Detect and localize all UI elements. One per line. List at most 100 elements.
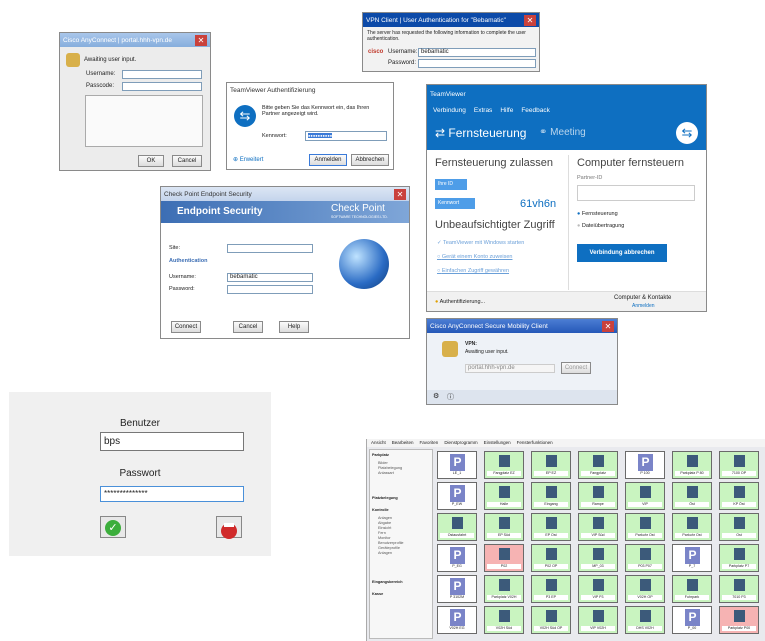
- parking-space-cell[interactable]: EP EZ: [531, 451, 571, 479]
- partner-id-input[interactable]: [577, 185, 695, 201]
- parking-space-cell[interactable]: P V02H EG: [437, 606, 477, 634]
- cp-username-input[interactable]: bebamatic: [227, 273, 313, 282]
- vpn-username-input[interactable]: bebamatic: [418, 48, 536, 57]
- parking-space-cell[interactable]: P3 EP: [531, 575, 571, 603]
- sidebar-item[interactable]: Anlassart: [378, 471, 402, 476]
- tab-meeting[interactable]: ⚭ Meeting: [539, 127, 586, 138]
- parking-space-cell[interactable]: V02H OP: [625, 575, 665, 603]
- menu-hilfe[interactable]: Hilfe: [500, 107, 513, 114]
- sidebar-section-1[interactable]: Parkplatz: [372, 453, 389, 457]
- sidebar-section-2[interactable]: Platzbelegung: [372, 496, 398, 500]
- mobility-connect-button[interactable]: Connect: [561, 362, 591, 374]
- parking-space-cell[interactable]: VIP: [625, 482, 665, 510]
- menu-dienstprogramm[interactable]: Dienstprogramm: [444, 439, 477, 447]
- passcode-input[interactable]: [122, 82, 202, 91]
- tab-remote[interactable]: ⇄ Fernsteuerung: [435, 126, 526, 140]
- close-icon[interactable]: ✕: [524, 15, 536, 26]
- parking-space-cell[interactable]: P02: [484, 544, 524, 572]
- ok-button[interactable]: OK: [138, 155, 164, 167]
- assign-account-link[interactable]: ○ Gerät einem Konto zuweisen: [437, 254, 512, 260]
- sidebar-section-5[interactable]: Kasse: [372, 592, 383, 596]
- host-select[interactable]: portal.hhh-vpn.de: [465, 364, 555, 373]
- parking-space-cell[interactable]: PP 3102M: [437, 575, 477, 603]
- tv-password-value: ●●●●●●●●●●: [308, 133, 333, 138]
- site-select[interactable]: [227, 244, 313, 253]
- password-input[interactable]: **************: [100, 486, 244, 502]
- username-label: Username:: [86, 71, 116, 77]
- parking-space-cell[interactable]: Ostausfahrt: [437, 513, 477, 541]
- parking-space-cell[interactable]: V02H Süd OP: [531, 606, 571, 634]
- menu-ansicht[interactable]: Ansicht: [371, 439, 386, 447]
- vpn-password-input[interactable]: [418, 59, 536, 68]
- parking-space-cell[interactable]: Rampe: [578, 482, 618, 510]
- cp-cancel-button[interactable]: Cancel: [233, 321, 263, 333]
- radio-remote[interactable]: ● Fernsteuerung: [577, 211, 618, 217]
- parking-space-cell[interactable]: VIP Süd: [578, 513, 618, 541]
- cp-password-input[interactable]: [227, 285, 313, 294]
- parking-space-cell[interactable]: Parkuhr Ost: [625, 513, 665, 541]
- parking-space-cell[interactable]: Eingang: [531, 482, 571, 510]
- tv-password-input[interactable]: ●●●●●●●●●●: [305, 131, 387, 141]
- parking-space-cell[interactable]: 7010 P3: [719, 575, 759, 603]
- menu-fensterfunktionen[interactable]: Fensterfunktionen: [517, 439, 553, 447]
- parking-space-cell[interactable]: VIP V02H: [578, 606, 618, 634]
- user-input[interactable]: bps: [100, 432, 244, 451]
- parking-space-cell[interactable]: Parkuhr Ost: [672, 513, 712, 541]
- username-input[interactable]: [122, 70, 202, 79]
- contacts-button[interactable]: Computer & Kontakte: [614, 295, 671, 301]
- close-icon[interactable]: ✕: [195, 35, 207, 46]
- close-icon[interactable]: ✕: [394, 189, 406, 200]
- menu-feedback[interactable]: Feedback: [521, 107, 550, 114]
- login-button[interactable]: Anmelden: [309, 154, 347, 166]
- cancel-button[interactable]: Cancel: [172, 155, 202, 167]
- parking-space-cell[interactable]: P03 P07: [625, 544, 665, 572]
- gear-icon[interactable]: ⚙: [433, 392, 439, 400]
- connect-button[interactable]: Connect: [171, 321, 201, 333]
- parking-space-cell[interactable]: EP Ost: [531, 513, 571, 541]
- menu-einstellungen[interactable]: Einstellungen: [484, 439, 511, 447]
- menu-bearbeiten[interactable]: Bearbeiten: [392, 439, 414, 447]
- menu-extras[interactable]: Extras: [474, 107, 492, 114]
- abort-connection-button[interactable]: Verbindung abbrechen: [577, 244, 667, 262]
- sidebar-section-3[interactable]: Kontrolle: [372, 508, 389, 512]
- parking-space-cell[interactable]: P02 OP: [531, 544, 571, 572]
- parking-space-cell[interactable]: VIP P3: [578, 575, 618, 603]
- close-icon[interactable]: ✕: [602, 321, 614, 332]
- parking-space-cell[interactable]: P P_7: [672, 544, 712, 572]
- parking-space-cell[interactable]: Parkplatz P 80: [672, 451, 712, 479]
- parking-space-cell[interactable]: KP Öst: [719, 482, 759, 510]
- sidebar-section-4[interactable]: Eingangsbereich: [372, 580, 403, 584]
- parking-space-cell[interactable]: P LE_1: [437, 451, 477, 479]
- info-icon[interactable]: ⓘ: [447, 392, 454, 402]
- parking-space-cell[interactable]: Parkplatz P7: [719, 544, 759, 572]
- parking-space-cell[interactable]: PP 100: [625, 451, 665, 479]
- parking-space-cell[interactable]: Parkplatz P00: [719, 606, 759, 634]
- parking-space-cell[interactable]: P P_EG: [437, 544, 477, 572]
- parking-space-cell[interactable]: Fangplatz EZ: [484, 451, 524, 479]
- start-with-windows-item[interactable]: ✓ TeamViewer mit Windows starten: [437, 240, 524, 246]
- parking-space-cell[interactable]: EP Süd: [484, 513, 524, 541]
- parking-space-cell[interactable]: V02H Süd: [484, 606, 524, 634]
- radio-transfer[interactable]: ● Dateiübertragung: [577, 223, 624, 229]
- parking-space-cell[interactable]: MP_03: [578, 544, 618, 572]
- easy-access-link[interactable]: ○ Einfachen Zugriff gewähren: [437, 268, 509, 274]
- contacts-login[interactable]: Anmelden: [632, 303, 655, 309]
- cancel-icon[interactable]: [216, 516, 242, 539]
- parking-space-cell[interactable]: P P_EW: [437, 482, 477, 510]
- parking-space-cell[interactable]: Fangplatz: [578, 451, 618, 479]
- parking-space-cell[interactable]: Parkplatz V02H: [484, 575, 524, 603]
- parking-space-cell[interactable]: Halle: [484, 482, 524, 510]
- advanced-link[interactable]: ⊕ Erweitert: [233, 156, 263, 163]
- parking-space-cell[interactable]: Fuhrpark: [672, 575, 712, 603]
- parking-space-cell[interactable]: Ost: [719, 513, 759, 541]
- parking-space-cell[interactable]: Öst: [672, 482, 712, 510]
- parking-space-cell[interactable]: P P_00: [672, 606, 712, 634]
- help-button[interactable]: Help: [279, 321, 309, 333]
- menu-verbindung[interactable]: Verbindung: [433, 107, 466, 114]
- abort-button[interactable]: Abbrechen: [351, 154, 389, 166]
- sidebar-item[interactable]: Anlagen: [378, 551, 404, 556]
- menu-favoriten[interactable]: Favoriten: [420, 439, 439, 447]
- parking-space-cell[interactable]: 7100 OP: [719, 451, 759, 479]
- parking-space-cell[interactable]: DHS V02H: [625, 606, 665, 634]
- confirm-icon[interactable]: ✓: [100, 516, 126, 538]
